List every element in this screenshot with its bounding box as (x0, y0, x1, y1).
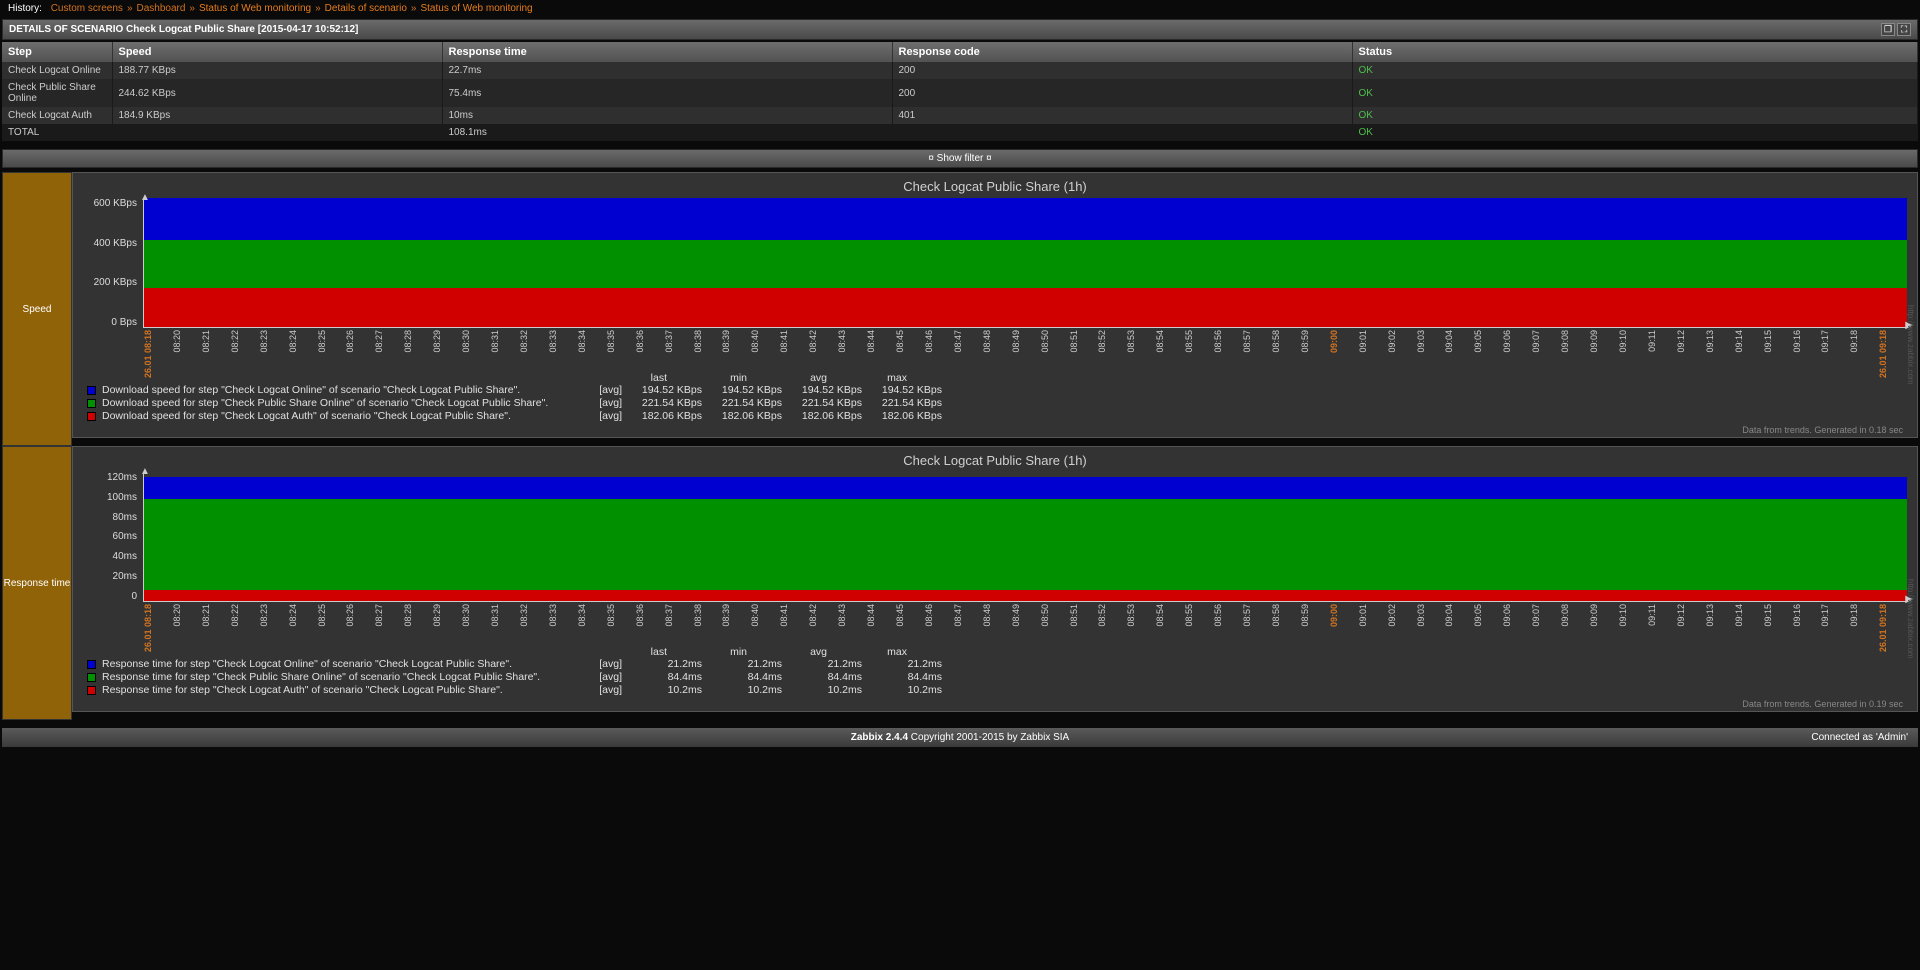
legend-row: Download speed for step "Check Public Sh… (87, 397, 1907, 410)
chart-side-label: Speed (2, 172, 72, 446)
table-total-row: TOTAL108.1msOK (2, 124, 1918, 141)
table-row: Check Public Share Online244.62 KBps75.4… (2, 79, 1918, 107)
scenario-title-bar: DETAILS OF SCENARIO Check Logcat Public … (2, 19, 1918, 40)
legend-swatch (87, 686, 96, 695)
fullscreen-icon[interactable]: ⛶ (1897, 23, 1911, 36)
history-link[interactable]: Details of scenario (325, 3, 407, 14)
legend-swatch (87, 673, 96, 682)
col-header[interactable]: Status (1352, 42, 1918, 62)
steps-table: StepSpeedResponse timeResponse codeStatu… (2, 42, 1918, 141)
page-footer: Zabbix 2.4.4 Copyright 2001-2015 by Zabb… (2, 728, 1918, 747)
show-filter-toggle[interactable]: ¤ Show filter ¤ (2, 149, 1918, 168)
chart-panel: Check Logcat Public Share (1h)600 KBps40… (72, 172, 1918, 438)
table-row: Check Logcat Auth184.9 KBps10ms401OK (2, 107, 1918, 124)
footer-user: Connected as 'Admin' (1811, 732, 1908, 743)
legend-row: Response time for step "Check Public Sha… (87, 671, 1907, 684)
footer-copyright: Copyright 2001-2015 by Zabbix SIA (911, 732, 1069, 743)
legend-row: Download speed for step "Check Logcat On… (87, 384, 1907, 397)
legend-swatch (87, 660, 96, 669)
chart-plot[interactable]: ▲▶ (143, 472, 1907, 602)
chart-panel: Check Logcat Public Share (1h)120ms100ms… (72, 446, 1918, 712)
legend-row: Response time for step "Check Logcat Onl… (87, 658, 1907, 671)
chart-side-label: Response time (2, 446, 72, 720)
history-link[interactable]: Status of Web monitoring (420, 3, 532, 14)
col-header[interactable]: Step (2, 42, 112, 62)
col-header[interactable]: Response code (892, 42, 1352, 62)
chart-plot[interactable]: ▲▶ (143, 198, 1907, 328)
col-header[interactable]: Response time (442, 42, 892, 62)
legend-swatch (87, 386, 96, 395)
history-label: History: (8, 3, 42, 14)
legend-swatch (87, 399, 96, 408)
table-row: Check Logcat Online188.77 KBps22.7ms200O… (2, 62, 1918, 79)
footer-version: Zabbix 2.4.4 (851, 732, 911, 743)
restore-icon[interactable]: ❐ (1881, 23, 1895, 36)
legend-row: Response time for step "Check Logcat Aut… (87, 684, 1907, 697)
scenario-title: DETAILS OF SCENARIO Check Logcat Public … (9, 24, 358, 35)
legend-swatch (87, 412, 96, 421)
history-link[interactable]: Status of Web monitoring (199, 3, 311, 14)
history-breadcrumb: History: Custom screens»Dashboard»Status… (0, 0, 1920, 17)
col-header[interactable]: Speed (112, 42, 442, 62)
history-link[interactable]: Custom screens (51, 3, 123, 14)
history-link[interactable]: Dashboard (137, 3, 186, 14)
chart-title: Check Logcat Public Share (1h) (83, 453, 1907, 468)
chart-title: Check Logcat Public Share (1h) (83, 179, 1907, 194)
legend-row: Download speed for step "Check Logcat Au… (87, 410, 1907, 423)
